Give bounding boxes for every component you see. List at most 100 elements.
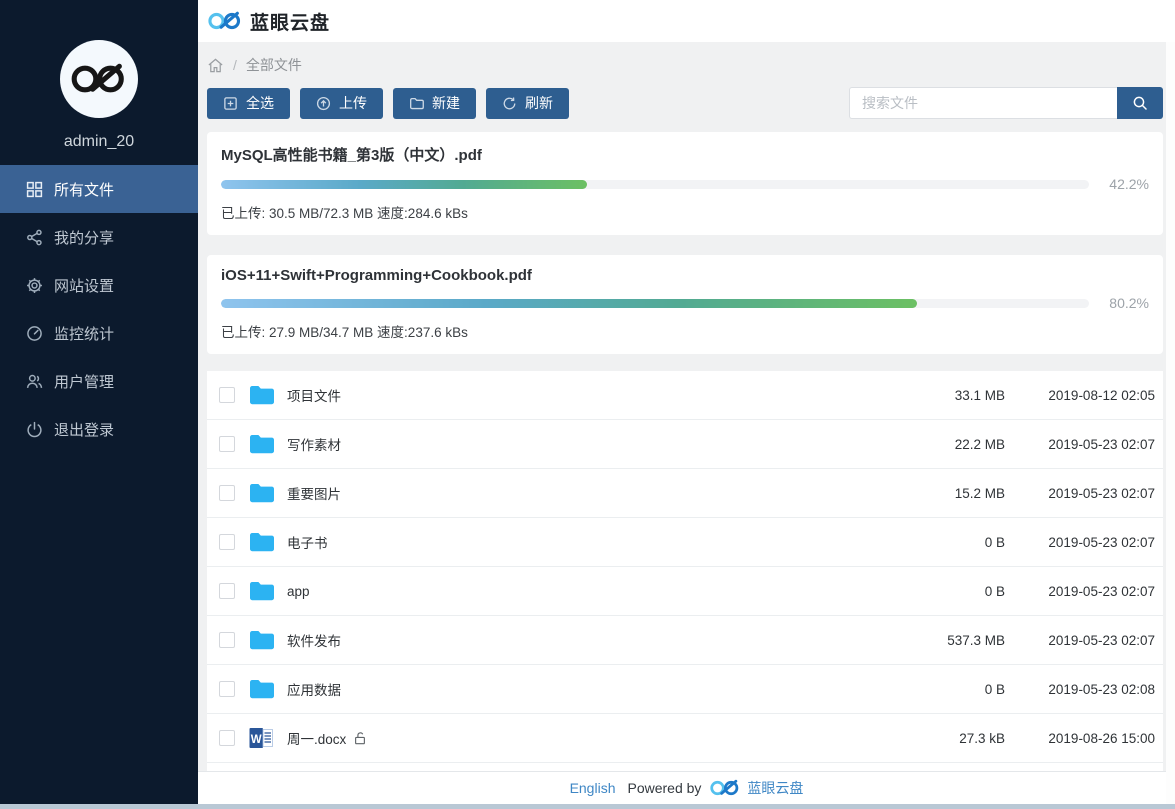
app-title: 蓝眼云盘: [250, 12, 331, 34]
folder-icon: [249, 581, 279, 601]
file-size: 0 B: [984, 534, 1005, 550]
file-size: 0 B: [984, 583, 1005, 599]
plus-square-icon: [224, 96, 237, 110]
row-checkbox[interactable]: [219, 583, 235, 599]
grid-icon: [26, 181, 43, 198]
file-row[interactable]: 重要图片 15.2 MB 2019-05-23 02:07: [207, 469, 1163, 518]
file-name[interactable]: 电子书: [287, 532, 900, 552]
file-date: 2019-05-23 02:07: [1048, 534, 1155, 550]
breadcrumb-separator: /: [233, 57, 237, 73]
sidebar-item-logout[interactable]: 退出登录: [0, 405, 198, 453]
folder-icon: [249, 630, 279, 650]
sidebar-item-label: 网站设置: [54, 277, 115, 295]
sidebar-item-all-files[interactable]: 所有文件: [0, 165, 198, 213]
username: admin_20: [63, 133, 135, 150]
file-date: 2019-05-23 02:07: [1048, 436, 1155, 452]
file-name[interactable]: 周一.docx: [287, 728, 900, 748]
file-row[interactable]: 项目文件 33.1 MB 2019-08-12 02:05: [207, 371, 1163, 420]
file-name[interactable]: app: [287, 584, 900, 599]
svg-text:W: W: [251, 734, 262, 746]
sidebar-item-monitoring[interactable]: 监控统计: [0, 309, 198, 357]
search-button[interactable]: [1117, 87, 1163, 119]
share-icon: [26, 229, 43, 246]
folder-icon: [249, 434, 279, 454]
progress-percent: 42.2%: [1109, 176, 1149, 192]
upload-filename: MySQL高性能书籍_第3版（中文）.pdf: [221, 147, 482, 164]
sidebar-item-label: 我的分享: [54, 229, 115, 247]
row-checkbox[interactable]: [219, 387, 235, 403]
file-size: 0 B: [984, 681, 1005, 697]
folder-icon: [249, 532, 279, 552]
row-checkbox[interactable]: [219, 436, 235, 452]
brand-logo-icon[interactable]: [208, 10, 242, 32]
search-box: [849, 87, 1163, 119]
row-checkbox[interactable]: [219, 485, 235, 501]
file-size: 27.3 kB: [959, 730, 1005, 746]
upload-progress-card: MySQL高性能书籍_第3版（中文）.pdf 42.2% 已上传: 30.5 M…: [207, 132, 1163, 235]
sidebar: admin_20 所有文件 我的分享 网站设置 监控统计 用户管理 退出登录: [0, 0, 198, 809]
file-row[interactable]: 应用数据 0 B 2019-05-23 02:08: [207, 665, 1163, 714]
folder-icon: [249, 385, 279, 405]
new-folder-button[interactable]: 新建: [393, 87, 476, 119]
file-list: 项目文件 33.1 MB 2019-08-12 02:05 写作素材 22.2 …: [207, 371, 1163, 809]
search-input[interactable]: [849, 87, 1117, 119]
infinity-logo-icon: [71, 63, 124, 93]
file-name[interactable]: 重要图片: [287, 483, 900, 503]
file-date: 2019-05-23 02:07: [1048, 632, 1155, 648]
sidebar-item-label: 用户管理: [54, 373, 115, 391]
users-icon: [26, 373, 43, 390]
word-doc-icon: W: [249, 727, 279, 749]
sidebar-item-label: 监控统计: [54, 325, 115, 343]
row-checkbox[interactable]: [219, 534, 235, 550]
upload-icon: [316, 96, 331, 110]
app-window: admin_20 所有文件 我的分享 网站设置 监控统计 用户管理 退出登录 蓝…: [0, 0, 1175, 809]
file-date: 2019-05-23 02:07: [1048, 583, 1155, 599]
row-checkbox[interactable]: [219, 681, 235, 697]
language-link[interactable]: English: [570, 780, 616, 796]
file-date: 2019-08-12 02:05: [1048, 387, 1155, 403]
breadcrumb: / 全部文件: [207, 55, 1163, 75]
file-date: 2019-05-23 02:08: [1048, 681, 1155, 697]
main-area: 蓝眼云盘 / 全部文件 全选 上传 新建 刷新 搜索文件 MySQL高性能书籍_…: [198, 0, 1175, 809]
progress-fill: [221, 298, 918, 308]
sidebar-item-label: 退出登录: [54, 421, 115, 439]
upload-status: 已上传: 27.9 MB/34.7 MB 速度:237.6 kBs: [221, 325, 468, 340]
file-row[interactable]: 电子书 0 B 2019-05-23 02:07: [207, 518, 1163, 567]
progress-track: [221, 298, 1089, 308]
home-icon[interactable]: [207, 57, 224, 74]
unlock-icon: [353, 731, 367, 745]
file-size: 537.3 MB: [947, 632, 1005, 648]
footer-logo-icon: [710, 779, 740, 797]
file-date: 2019-08-26 15:00: [1048, 730, 1155, 746]
progress-percent: 80.2%: [1109, 295, 1149, 311]
file-name[interactable]: 项目文件: [287, 385, 900, 405]
row-checkbox[interactable]: [219, 730, 235, 746]
file-name[interactable]: 软件发布: [287, 630, 900, 650]
upload-button[interactable]: 上传: [300, 87, 383, 119]
app-header: 蓝眼云盘: [198, 0, 1175, 42]
file-row[interactable]: app 0 B 2019-05-23 02:07: [207, 567, 1163, 616]
upload-filename: iOS+11+Swift+Programming+Cookbook.pdf: [221, 267, 532, 284]
file-row[interactable]: W 周一.docx 27.3 kB 2019-08-26 15:00: [207, 714, 1163, 763]
file-name[interactable]: 应用数据: [287, 679, 900, 699]
row-checkbox[interactable]: [219, 632, 235, 648]
breadcrumb-current: 全部文件: [245, 57, 302, 73]
refresh-button[interactable]: 刷新: [486, 87, 569, 119]
upload-progress-card: iOS+11+Swift+Programming+Cookbook.pdf 80…: [207, 255, 1163, 354]
powered-by-label: Powered by: [627, 780, 702, 796]
content: / 全部文件 全选 上传 新建 刷新 搜索文件 MySQL高性能书籍_第3版（中…: [198, 55, 1175, 809]
footer-brand-link[interactable]: 蓝眼云盘: [747, 778, 803, 798]
sidebar-item-user-management[interactable]: 用户管理: [0, 357, 198, 405]
gear-icon: [26, 277, 43, 294]
file-row[interactable]: 软件发布 537.3 MB 2019-05-23 02:07: [207, 616, 1163, 665]
power-icon: [26, 421, 43, 438]
sidebar-item-my-shares[interactable]: 我的分享: [0, 213, 198, 261]
sidebar-menu: 所有文件 我的分享 网站设置 监控统计 用户管理 退出登录: [0, 165, 198, 453]
upload-status: 已上传: 30.5 MB/72.3 MB 速度:284.6 kBs: [221, 206, 468, 221]
select-all-button[interactable]: 全选: [207, 87, 290, 119]
file-size: 33.1 MB: [954, 387, 1005, 403]
sidebar-item-site-settings[interactable]: 网站设置: [0, 261, 198, 309]
file-row[interactable]: 写作素材 22.2 MB 2019-05-23 02:07: [207, 420, 1163, 469]
scrollbar-track[interactable]: [1166, 42, 1175, 804]
file-name[interactable]: 写作素材: [287, 434, 900, 454]
